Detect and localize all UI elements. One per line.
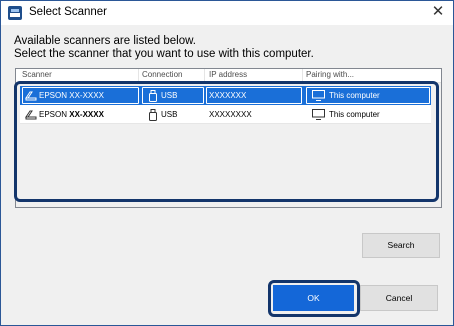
close-button[interactable]: ✕ [423,1,453,25]
window-title: Select Scanner [29,6,107,18]
scanner-model: XX-XXXX [69,110,104,119]
column-divider[interactable] [138,69,139,82]
scanner-row[interactable]: EPSON XX-XXXX USB XXXXXXX This computer [20,86,431,105]
scanner-app-icon [8,6,22,20]
monitor-icon [312,109,325,120]
close-icon: ✕ [431,3,445,20]
select-scanner-dialog: Select Scanner ✕ Available scanners are … [0,0,454,326]
monitor-icon [312,90,325,101]
usb-icon [149,109,157,121]
column-header-scanner[interactable]: Scanner [22,70,52,79]
title-bar: Select Scanner ✕ [1,1,453,25]
scanner-name-cell: EPSON XX-XXXX [39,105,104,124]
column-divider[interactable] [302,69,303,82]
pairing-cell: This computer [329,91,380,100]
scanner-brand: EPSON [39,110,68,119]
column-divider[interactable] [204,69,205,82]
connection-cell: USB [161,110,178,119]
usb-icon [149,90,157,102]
list-header: Scanner Connection IP address Pairing wi… [16,69,441,83]
pairing-cell: This computer [329,110,380,119]
column-header-pairing[interactable]: Pairing with... [306,70,354,79]
scanner-name-cell: EPSON XX-XXXX [39,86,104,105]
intro-line-1: Available scanners are listed below. [14,35,196,47]
column-header-connection[interactable]: Connection [142,70,182,79]
scanner-row[interactable]: EPSON XX-XXXX USB XXXXXXXX This computer [20,105,431,124]
scanner-brand: EPSON [39,91,68,100]
connection-cell: USB [161,91,178,100]
scanner-list[interactable]: Scanner Connection IP address Pairing wi… [15,68,442,208]
cancel-button[interactable]: Cancel [360,285,438,311]
scanner-icon [25,110,37,120]
column-header-ip-address[interactable]: IP address [209,70,247,79]
scanner-icon [25,91,37,101]
intro-line-2: Select the scanner that you want to use … [14,48,314,60]
scanner-model: XX-XXXX [69,91,104,100]
ip-address-cell: XXXXXXX [209,91,247,100]
ip-address-cell: XXXXXXXX [209,110,252,119]
search-button[interactable]: Search [362,233,440,258]
ok-button[interactable]: OK [273,285,354,311]
